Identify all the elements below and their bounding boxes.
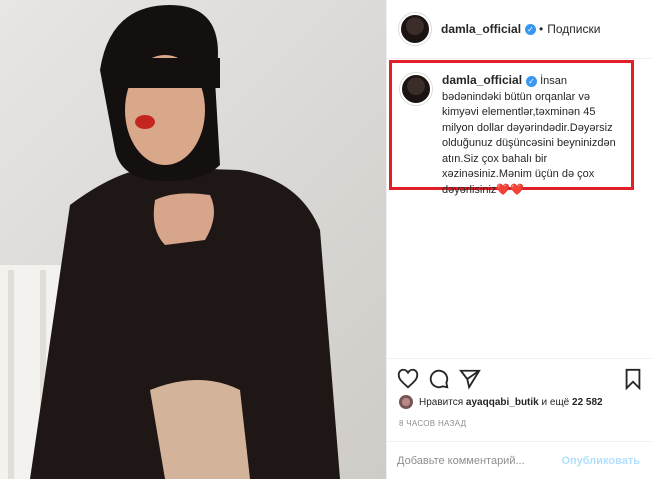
heart-icon[interactable] [397,368,419,390]
avatar[interactable] [399,13,431,45]
boot [150,380,250,479]
caption-text-block: damla_official ✓ İnsan bədənindəki bütün … [442,73,623,196]
likes-summary: Нравится ayaqqabi_butik и ещё 22 582 [399,395,603,409]
caption-username[interactable]: damla_official [442,73,522,87]
post-photo[interactable] [0,0,386,479]
liker-avatar[interactable] [399,395,413,409]
caption-text: İnsan bədənindəki bütün orqanlar və kimy… [442,75,616,196]
action-bar [387,358,651,399]
comment-icon[interactable] [428,368,450,390]
share-icon[interactable] [459,368,481,390]
likes-prefix: Нравится [419,396,464,408]
likes-count[interactable]: 22 582 [572,397,603,408]
verified-icon: ✓ [525,23,537,35]
post-timestamp[interactable]: 8 ЧАСОВ НАЗАД [399,419,466,428]
verified-icon: ✓ [526,75,538,87]
post-side-panel: damla_official ✓ • Подписки damla_offici… [386,0,651,479]
follow-status-button[interactable]: Подписки [547,22,600,36]
photo-illustration [0,5,340,479]
likes-user[interactable]: ayaqqabi_butik [466,397,539,408]
post-header: damla_official ✓ • Подписки [387,0,651,59]
likes-and: и ещё [541,396,570,408]
post-comment-button[interactable]: Опубликовать [561,455,640,467]
caption-avatar[interactable] [400,73,432,105]
bookmark-icon[interactable] [622,368,644,390]
caption-highlight: damla_official ✓ İnsan bədənindəki bütün … [389,60,634,196]
comment-box: Добавьте комментарий... Опубликовать [387,441,651,480]
lips [135,115,155,129]
hand [153,193,214,245]
header-username[interactable]: damla_official [441,22,521,36]
comment-input[interactable]: Добавьте комментарий... [397,455,561,467]
separator-dot: • [539,22,544,36]
